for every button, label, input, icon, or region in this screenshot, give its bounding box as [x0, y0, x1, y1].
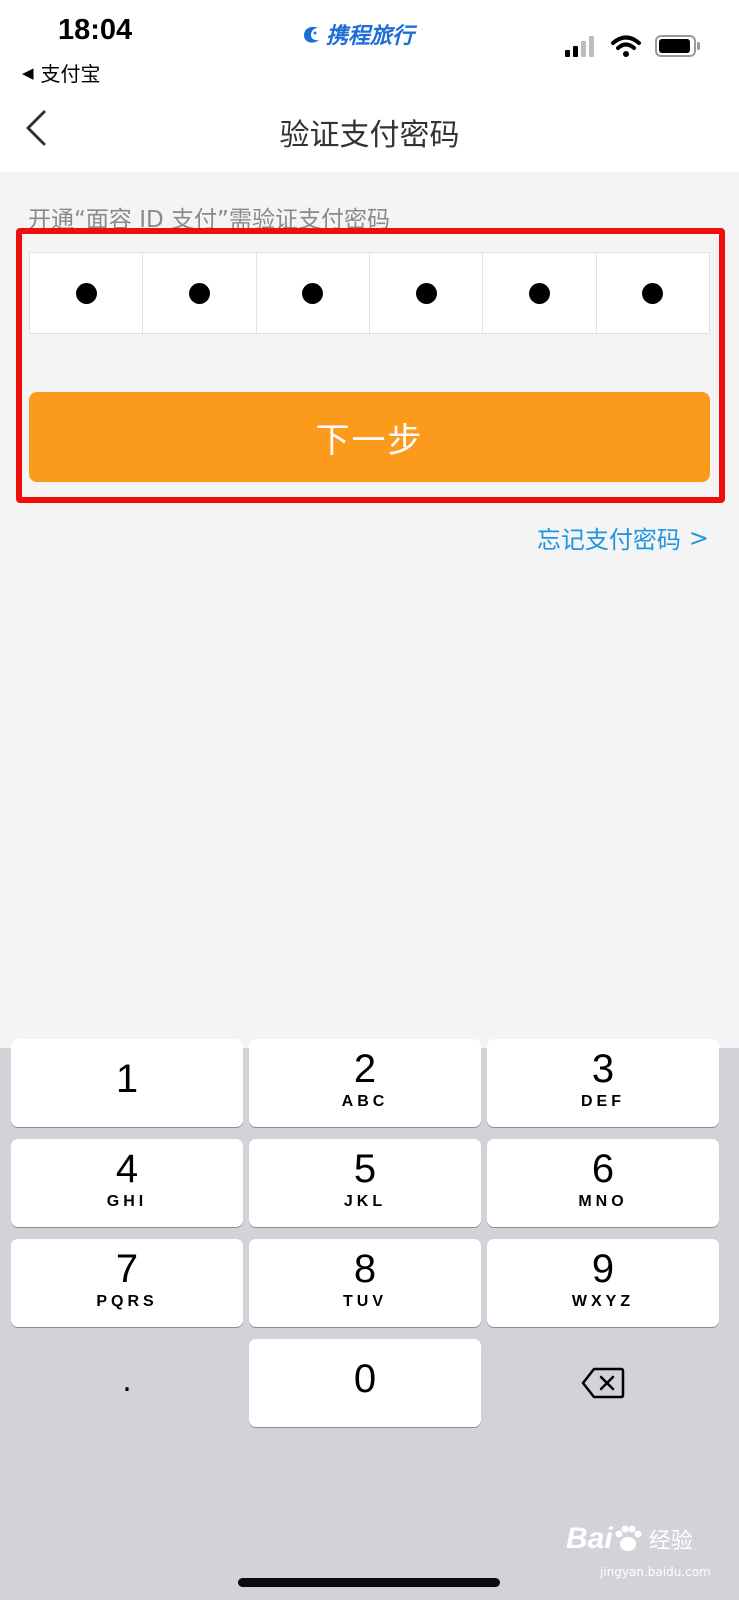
pin-cell — [30, 253, 144, 333]
key-5[interactable]: 5 JKL — [249, 1139, 481, 1227]
key-digit: 3 — [591, 1047, 615, 1091]
status-icons — [565, 34, 701, 58]
pin-cell — [483, 253, 597, 333]
status-time: 18:04 — [58, 14, 133, 46]
key-9[interactable]: 9 WXYZ — [487, 1239, 719, 1327]
pin-dot — [75, 282, 97, 304]
cellular-signal-icon — [565, 36, 594, 57]
back-to-app-link[interactable]: ◀ 支付宝 — [22, 58, 101, 87]
password-input[interactable] — [29, 252, 710, 334]
pin-dot — [642, 282, 664, 304]
pin-dot — [528, 282, 550, 304]
pin-dot — [302, 282, 324, 304]
key-letters: WXYZ — [571, 1293, 635, 1310]
watermark-logo: Bai — [566, 1522, 613, 1555]
key-1[interactable]: 1 — [11, 1039, 243, 1127]
key-dot[interactable]: . — [11, 1339, 243, 1427]
back-app-label: 支付宝 — [40, 62, 101, 86]
key-digit: 2 — [353, 1047, 377, 1091]
next-step-button[interactable]: 下一步 — [29, 392, 710, 482]
home-indicator — [238, 1578, 500, 1587]
key-digit: 5 — [353, 1147, 377, 1191]
pin-cell — [597, 253, 709, 333]
key-letters: PQRS — [96, 1293, 158, 1310]
numeric-keyboard: 1 2 ABC 3 DEF 4 GHI 5 JKL 6 MNO 7 PQRS 8… — [0, 1039, 739, 1600]
forgot-password-link[interactable]: 忘记支付密码 > — [537, 520, 709, 555]
nav-bar: 验证支付密码 — [0, 100, 739, 172]
key-letters: JKL — [343, 1193, 387, 1210]
pin-cell — [143, 253, 257, 333]
key-4[interactable]: 4 GHI — [11, 1139, 243, 1227]
key-0[interactable]: 0 — [249, 1339, 481, 1427]
key-6[interactable]: 6 MNO — [487, 1139, 719, 1227]
delete-key[interactable] — [487, 1339, 719, 1427]
chevron-right-icon: > — [688, 523, 709, 552]
key-dot-label: . — [122, 1363, 132, 1399]
key-digit: 4 — [115, 1147, 139, 1191]
forgot-password-label: 忘记支付密码 — [536, 526, 681, 554]
watermark-url: jingyan.baidu.com — [600, 1565, 711, 1579]
key-letters: MNO — [578, 1193, 628, 1210]
key-7[interactable]: 7 PQRS — [11, 1239, 243, 1327]
back-triangle-icon: ◀ — [22, 63, 34, 82]
key-digit: 9 — [591, 1247, 615, 1291]
pin-cell — [370, 253, 484, 333]
key-digit: 8 — [353, 1247, 377, 1291]
key-8[interactable]: 8 TUV — [249, 1239, 481, 1327]
key-3[interactable]: 3 DEF — [487, 1039, 719, 1127]
paw-icon — [615, 1525, 642, 1551]
baidu-watermark: Bai 经验 — [566, 1522, 693, 1556]
key-letters: ABC — [341, 1093, 389, 1110]
dolphin-logo-icon — [304, 26, 319, 43]
key-2[interactable]: 2 ABC — [249, 1039, 481, 1127]
page-title: 验证支付密码 — [279, 118, 460, 153]
key-digit: 1 — [115, 1057, 139, 1101]
backspace-icon — [581, 1367, 625, 1399]
brand-name: 携程旅行 — [326, 24, 415, 49]
wifi-icon — [611, 35, 641, 57]
key-digit: 7 — [115, 1247, 139, 1291]
key-digit: 0 — [353, 1357, 377, 1401]
pin-dot — [188, 282, 210, 304]
status-bar: 18:04 ◀ 支付宝 携程旅行 — [0, 0, 739, 100]
battery-icon — [655, 35, 700, 57]
watermark-suffix: 经验 — [648, 1528, 693, 1553]
pin-dot — [415, 282, 437, 304]
key-digit: 6 — [591, 1147, 615, 1191]
pin-cell — [257, 253, 370, 333]
brand-logo: 携程旅行 — [300, 18, 414, 50]
key-letters: TUV — [343, 1293, 387, 1310]
key-letters: DEF — [581, 1093, 625, 1110]
key-letters: GHI — [106, 1193, 148, 1210]
